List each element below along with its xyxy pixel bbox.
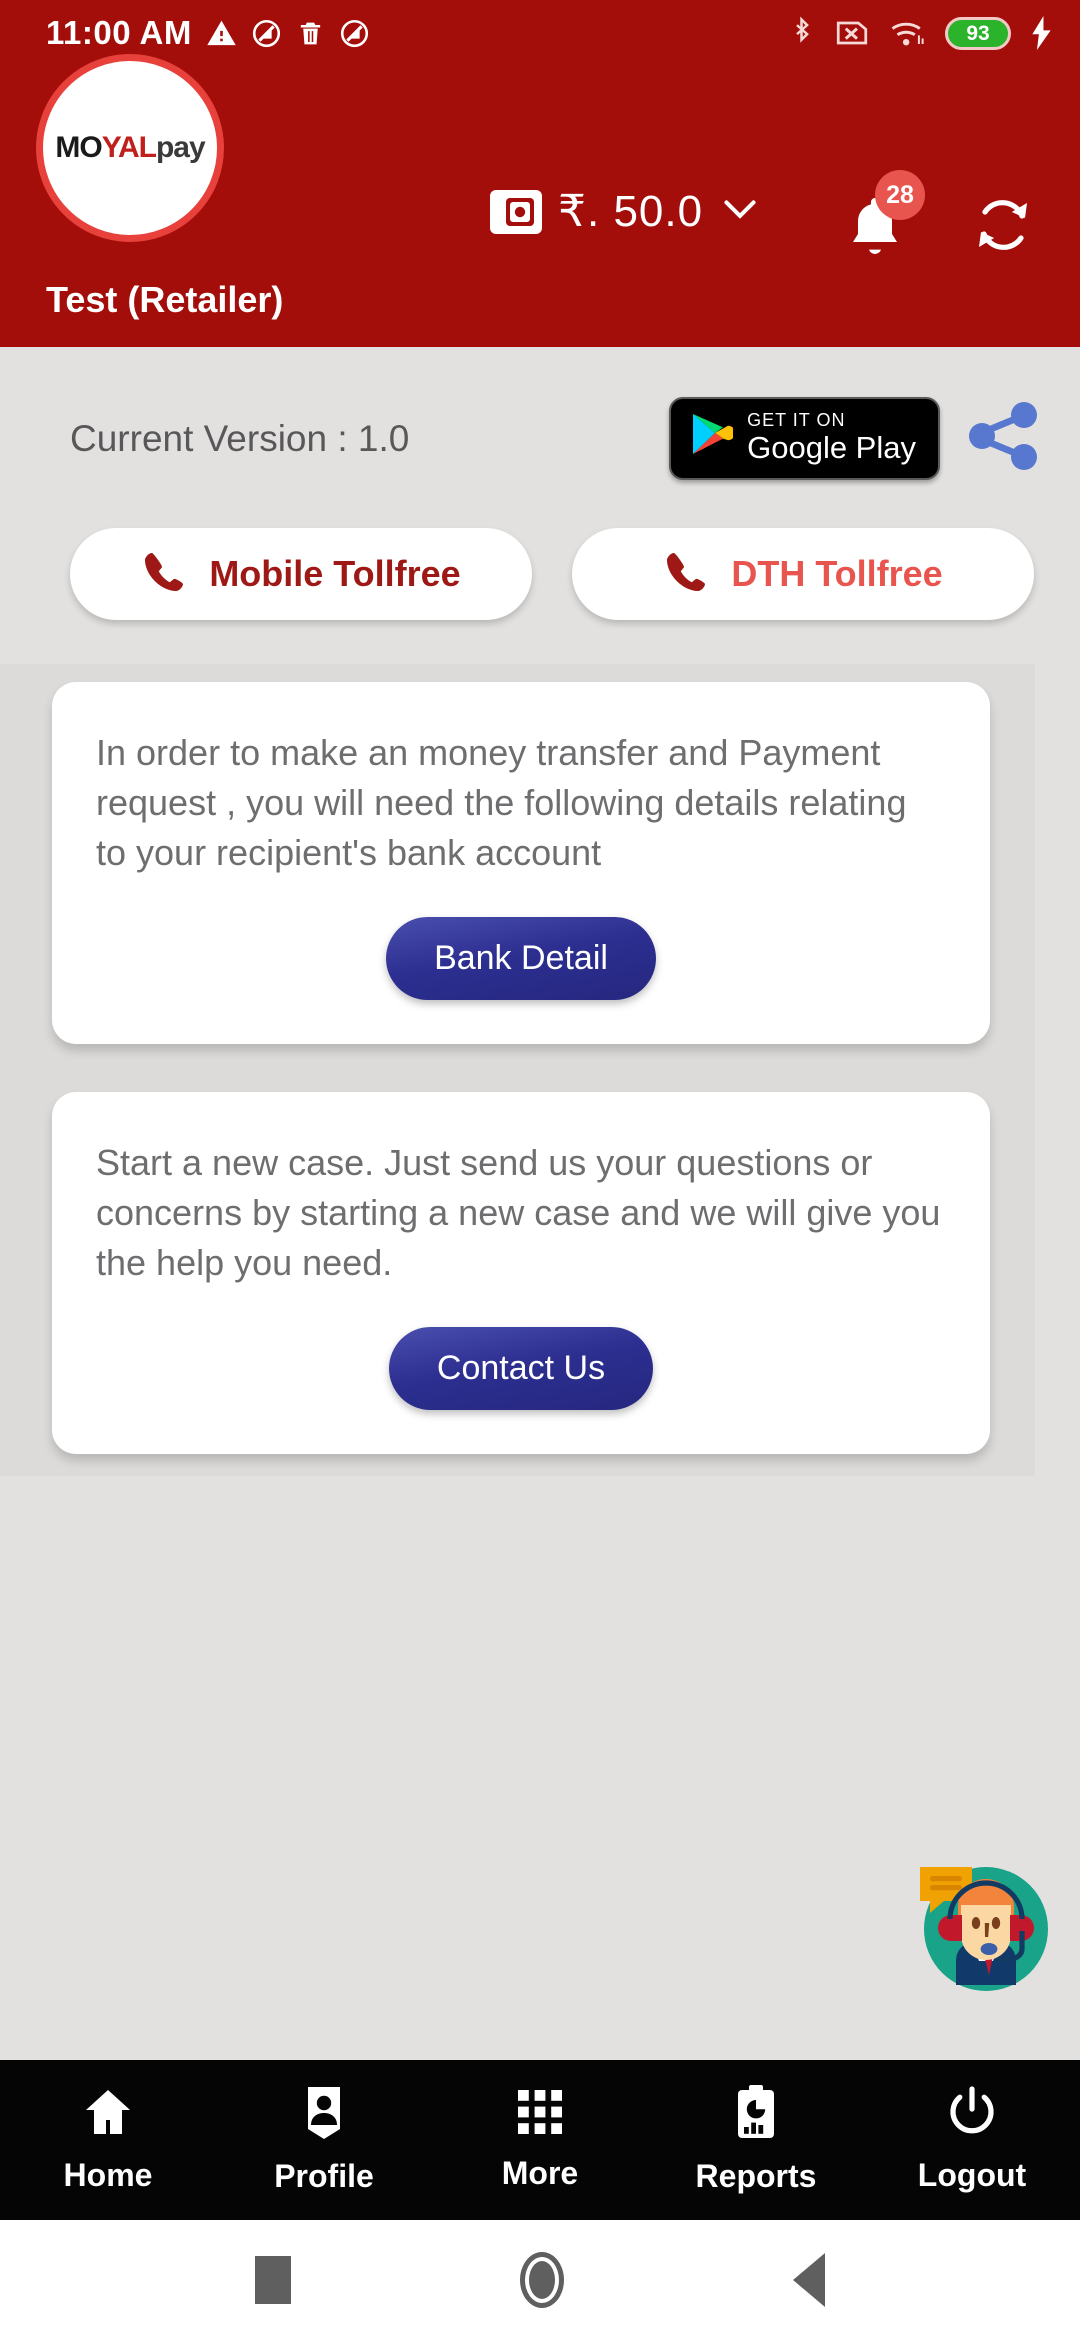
nav-label-profile: Profile <box>274 2158 374 2194</box>
store-share-group: GET IT ON Google Play <box>669 397 1040 481</box>
nav-item-logout[interactable]: Logout <box>864 2086 1080 2194</box>
nav-item-profile[interactable]: Profile <box>216 2085 432 2195</box>
tollfree-row: Mobile Tollfree DTH Tollfree <box>0 480 1080 621</box>
report-clipboard-icon <box>734 2085 778 2144</box>
sync-refresh-icon <box>972 200 1034 258</box>
contact-us-button[interactable]: Contact Us <box>388 1327 654 1411</box>
balance-amount: ₹. 50.0 <box>558 187 704 236</box>
circle-icon[interactable] <box>519 2252 564 2308</box>
nav-label-logout: Logout <box>917 2157 1027 2193</box>
profile-badge-icon <box>300 2085 348 2144</box>
mobile-tollfree-label: Mobile Tollfree <box>209 553 461 595</box>
customer-support-agent-icon[interactable] <box>912 1855 1052 1995</box>
google-play-triangle-icon <box>689 411 736 464</box>
dth-tollfree-button[interactable]: DTH Tollfree <box>572 528 1034 621</box>
power-icon <box>947 2086 997 2143</box>
bank-detail-button[interactable]: Bank Detail <box>386 917 656 1001</box>
refresh-button[interactable] <box>972 196 1034 259</box>
google-play-badge[interactable]: GET IT ON Google Play <box>669 397 940 481</box>
app-logo-text: MOYALpay <box>55 131 206 165</box>
version-row: Current Version : 1.0 GET IT ON Google P… <box>0 347 1080 481</box>
do-not-disturb-icon <box>251 18 282 49</box>
notifications-button[interactable]: 28 <box>845 170 925 263</box>
nav-item-more[interactable]: More <box>432 2088 648 2192</box>
nav-label-reports: Reports <box>695 2158 817 2194</box>
chevron-down-icon[interactable] <box>723 195 757 229</box>
wallet-icon <box>490 189 542 234</box>
bank-detail-text: In order to make an money transfer and P… <box>96 732 907 873</box>
main-content: Current Version : 1.0 GET IT ON Google P… <box>0 347 1080 1477</box>
bank-detail-card: In order to make an money transfer and P… <box>52 682 990 1045</box>
status-bar: 11:00 AM 93 <box>0 0 1080 66</box>
nav-label-home: Home <box>63 2157 153 2193</box>
google-play-small-label: GET IT ON <box>747 410 846 430</box>
app-logo[interactable]: MOYALpay <box>36 54 224 242</box>
bottom-navigation: Home Profile More Reports Logout <box>0 2060 1080 2220</box>
battery-level: 93 <box>966 21 990 45</box>
square-icon[interactable] <box>254 2256 291 2304</box>
triangle-back-icon[interactable] <box>793 2253 826 2307</box>
user-role-label: Test (Retailer) <box>46 279 284 320</box>
google-play-big-label: Google Play <box>747 429 916 465</box>
contact-us-button-wrap: Contact Us <box>96 1327 946 1411</box>
home-icon <box>82 2086 134 2143</box>
trash-icon <box>296 19 325 48</box>
bank-detail-button-wrap: Bank Detail <box>96 917 946 1001</box>
battery-icon: 93 <box>945 16 1011 50</box>
android-system-nav <box>0 2220 1080 2340</box>
warning-icon <box>206 18 237 49</box>
charging-bolt-icon <box>1029 16 1054 50</box>
wifi-icon <box>889 18 927 49</box>
nav-item-reports[interactable]: Reports <box>648 2085 864 2195</box>
dth-tollfree-label: DTH Tollfree <box>731 553 943 595</box>
cards-container: In order to make an money transfer and P… <box>0 664 1035 1477</box>
status-bar-left: 11:00 AM <box>46 14 370 52</box>
nav-item-home[interactable]: Home <box>0 2086 216 2194</box>
logo-part-pay: pay <box>155 131 206 164</box>
mobile-tollfree-button[interactable]: Mobile Tollfree <box>70 528 532 621</box>
phone-icon <box>663 549 709 600</box>
google-play-text: GET IT ON Google Play <box>747 411 916 464</box>
notification-badge: 28 <box>875 170 925 220</box>
logo-part-yal: YAL <box>101 131 157 164</box>
do-not-disturb-icon <box>339 18 370 49</box>
current-version-label: Current Version : 1.0 <box>70 417 410 459</box>
logo-part-mo: MO <box>55 131 102 164</box>
phone-icon <box>141 549 187 600</box>
share-icon[interactable] <box>966 399 1040 478</box>
contact-us-text: Start a new case. Just send us your ques… <box>96 1142 941 1283</box>
app-header: MOYALpay ₹. 50.0 28 Test (Retailer) <box>0 54 1080 347</box>
grid-apps-icon <box>516 2088 564 2141</box>
status-time: 11:00 AM <box>46 14 192 51</box>
sim-card-off-icon <box>833 18 871 48</box>
status-bar-right: 93 <box>788 16 1054 50</box>
bell-icon <box>845 198 905 262</box>
bluetooth-icon <box>788 16 815 50</box>
wallet-balance[interactable]: ₹. 50.0 <box>490 186 757 237</box>
nav-label-more: More <box>501 2155 579 2191</box>
contact-us-card: Start a new case. Just send us your ques… <box>52 1092 990 1455</box>
